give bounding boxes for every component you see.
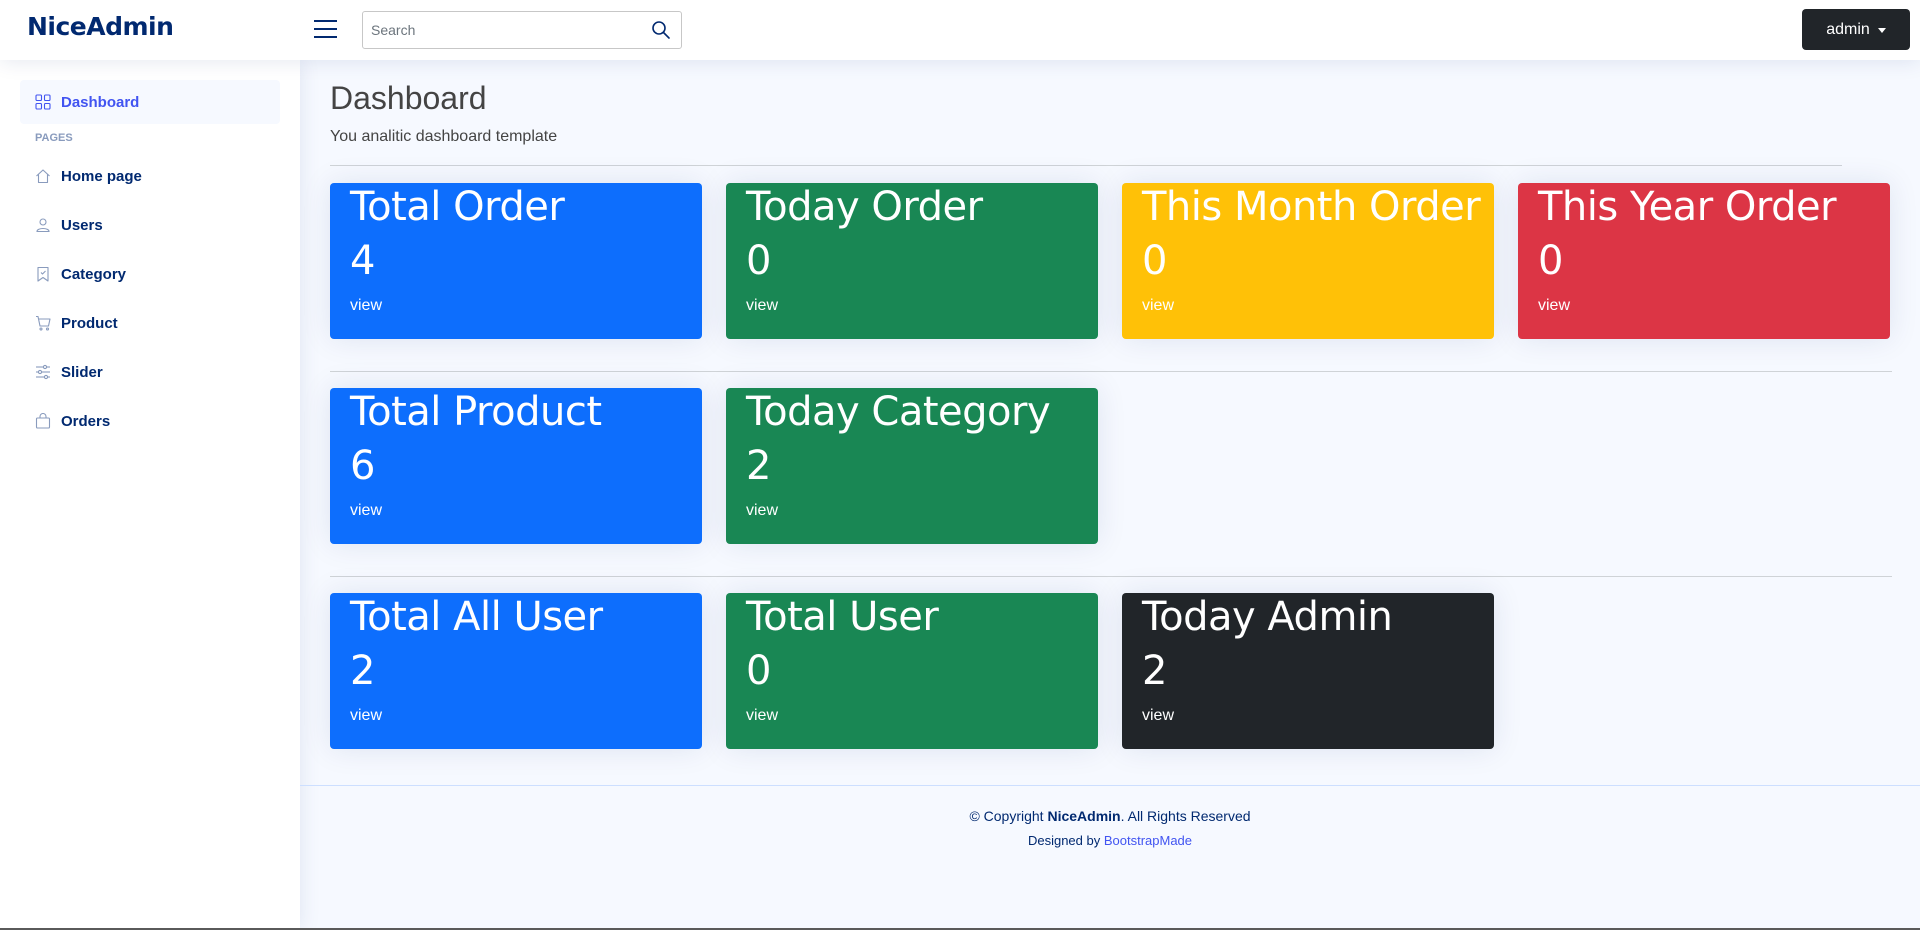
stat-card-today-order: Today Order 0 view — [726, 183, 1098, 339]
stat-card-view-link[interactable]: view — [350, 502, 382, 520]
page-title: Dashboard — [330, 80, 487, 116]
stat-card-view-link[interactable]: view — [746, 707, 778, 725]
stat-card-value: 0 — [746, 648, 772, 694]
sliders-icon — [35, 364, 51, 380]
stat-card-title: Total Product — [350, 389, 602, 435]
stat-card-today-admin: Today Admin 2 view — [1122, 593, 1494, 749]
sidebar-item-orders[interactable]: Orders — [20, 399, 280, 443]
search-icon[interactable] — [651, 20, 671, 40]
person-icon — [35, 217, 51, 233]
search-bar — [362, 11, 682, 49]
user-menu-button[interactable]: admin — [1802, 9, 1910, 50]
sidebar-item-slider[interactable]: Slider — [20, 350, 280, 394]
stat-card-title: Today Admin — [1142, 594, 1393, 640]
stat-card-value: 0 — [1538, 238, 1564, 284]
stat-card-value: 0 — [1142, 238, 1168, 284]
menu-toggle-icon[interactable] — [313, 17, 339, 41]
sidebar-item-label: Slider — [61, 363, 103, 381]
stat-card-title: Today Category — [746, 389, 1051, 435]
divider — [330, 371, 1892, 372]
designer-link[interactable]: BootstrapMade — [1104, 833, 1192, 848]
stat-card-title: Total Order — [350, 184, 565, 230]
stat-card-value: 2 — [350, 648, 376, 694]
footer-divider — [300, 785, 1920, 786]
stat-card-view-link[interactable]: view — [746, 297, 778, 315]
copyright-suffix: . All Rights Reserved — [1120, 808, 1251, 824]
stat-card-view-link[interactable]: view — [1142, 707, 1174, 725]
credits-text: Designed by BootstrapMade — [300, 833, 1920, 848]
house-icon — [35, 168, 51, 184]
top-header: NiceAdmin admin — [0, 0, 1920, 60]
search-input[interactable] — [363, 12, 643, 48]
bookmark-icon — [35, 266, 51, 282]
sidebar-item-label: Orders — [61, 412, 111, 430]
sidebar: Dashboard PAGES Home page Users Category — [0, 60, 300, 930]
main-content: Dashboard You analitic dashboard templat… — [300, 60, 1920, 930]
stat-card-view-link[interactable]: view — [1538, 297, 1570, 315]
grid-icon — [35, 94, 51, 110]
copyright-brand: NiceAdmin — [1047, 808, 1121, 824]
sidebar-heading-pages: PAGES — [35, 132, 73, 144]
stat-card-view-link[interactable]: view — [1142, 297, 1174, 315]
bag-icon — [35, 413, 51, 429]
sidebar-item-label: Product — [61, 314, 118, 332]
sidebar-item-label: Users — [61, 216, 103, 234]
stat-card-this-year-order: This Year Order 0 view — [1518, 183, 1890, 339]
page-subtitle: You analitic dashboard template — [330, 128, 558, 145]
divider — [330, 165, 1842, 166]
sidebar-item-home-page[interactable]: Home page — [20, 154, 280, 198]
sidebar-item-product[interactable]: Product — [20, 301, 280, 345]
stat-card-title: Total All User — [350, 594, 603, 640]
credits-prefix: Designed by — [1027, 833, 1104, 848]
sidebar-item-dashboard[interactable]: Dashboard — [20, 80, 280, 124]
caret-down-icon — [1877, 28, 1886, 33]
stat-card-this-month-order: This Month Order 0 view — [1122, 183, 1494, 339]
stat-card-value: 6 — [350, 443, 376, 489]
copyright-prefix: © Copyright — [969, 808, 1048, 824]
footer: © Copyright NiceAdmin. All Rights Reserv… — [300, 808, 1920, 848]
copyright-text: © Copyright NiceAdmin. All Rights Reserv… — [300, 808, 1920, 824]
divider — [330, 576, 1892, 577]
sidebar-item-category[interactable]: Category — [20, 252, 280, 296]
logo[interactable]: NiceAdmin — [27, 12, 174, 41]
stat-card-total-user: Total User 0 view — [726, 593, 1098, 749]
stat-card-title: Today Order — [746, 184, 983, 230]
stat-card-total-all-user: Total All User 2 view — [330, 593, 702, 749]
stat-card-value: 4 — [350, 238, 376, 284]
stat-card-view-link[interactable]: view — [350, 707, 382, 725]
sidebar-item-label: Home page — [61, 167, 142, 185]
stat-card-value: 0 — [746, 238, 772, 284]
stat-card-view-link[interactable]: view — [746, 502, 778, 520]
stat-card-title: This Month Order — [1142, 184, 1481, 230]
user-menu-label: admin — [1826, 20, 1870, 38]
stat-card-view-link[interactable]: view — [350, 297, 382, 315]
stat-card-title: This Year Order — [1538, 184, 1837, 230]
stat-card-title: Total User — [746, 594, 939, 640]
stat-card-total-order: Total Order 4 view — [330, 183, 702, 339]
stat-card-today-category: Today Category 2 view — [726, 388, 1098, 544]
sidebar-item-label: Dashboard — [61, 93, 140, 111]
stat-card-value: 2 — [746, 443, 772, 489]
sidebar-item-label: Category — [61, 265, 127, 283]
sidebar-item-users[interactable]: Users — [20, 203, 280, 247]
cart-icon — [35, 315, 51, 331]
stat-card-total-product: Total Product 6 view — [330, 388, 702, 544]
stat-card-value: 2 — [1142, 648, 1168, 694]
